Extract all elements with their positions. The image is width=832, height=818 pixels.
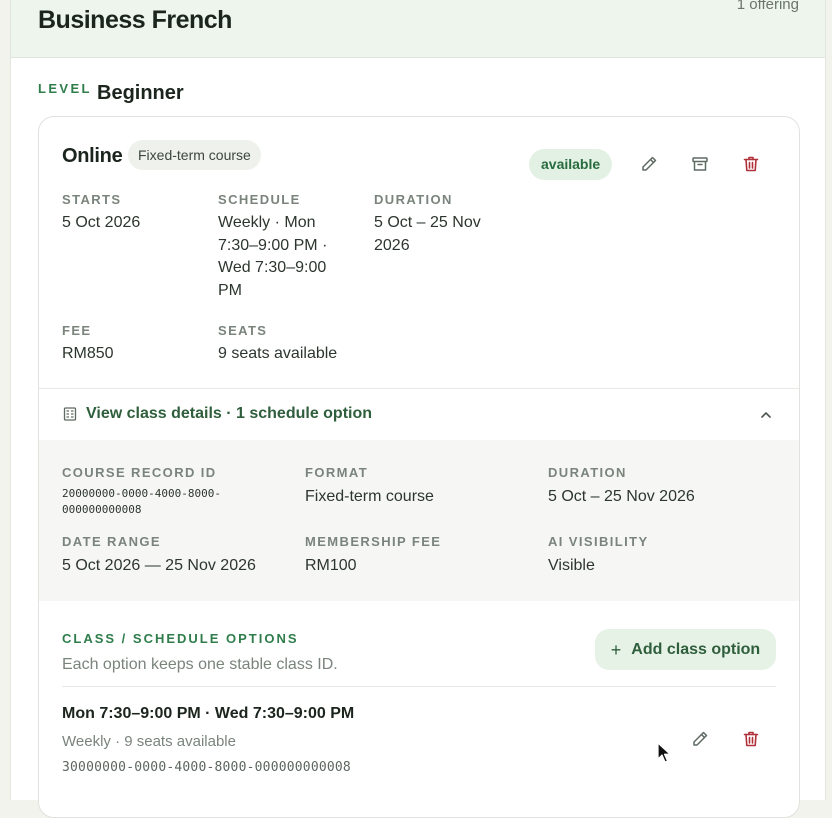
starts-value: 5 Oct 2026 (62, 214, 141, 231)
trash-icon (743, 731, 759, 747)
status-badge: available (529, 149, 613, 180)
edit-icon (693, 731, 708, 746)
mouse-cursor-icon (657, 742, 671, 763)
divider (62, 686, 776, 687)
class-options-description: Each option keeps one stable class ID. (62, 656, 338, 673)
record-id-line: 20000000-0000-4000-8000- (62, 487, 221, 500)
course-panel: Business French 1 offering LEVEL Beginne… (10, 0, 826, 818)
starts-label: STARTS (62, 192, 122, 207)
chevron-up-icon (761, 412, 771, 418)
edit-class-option-button[interactable] (686, 725, 714, 753)
fee-label: FEE (62, 323, 92, 338)
class-option-id: 30000000-0000-4000-8000-000000000008 (62, 760, 351, 775)
archive-offering-button[interactable] (686, 150, 714, 178)
class-option-title: Mon 7:30–9:00 PM · Wed 7:30–9:00 PM (62, 705, 355, 722)
offering-card: Online Fixed-term course available START… (38, 116, 800, 818)
date-range-label: DATE RANGE (62, 534, 161, 549)
building-icon (63, 407, 77, 421)
delete-class-option-button[interactable] (737, 725, 765, 753)
class-option-subtitle: Weekly · 9 seats available (62, 733, 236, 750)
schedule-line: Wed 7:30–9:00 (218, 259, 327, 276)
offering-mode: Online (62, 145, 123, 167)
seats-value: 9 seats available (218, 345, 338, 362)
duration-value: 5 Oct – 25 Nov 2026 (374, 212, 481, 257)
duration-label: DURATION (374, 192, 453, 207)
schedule-line: PM (218, 281, 242, 299)
add-class-option-button[interactable]: + Add class option (595, 629, 776, 670)
class-options-heading: CLASS / SCHEDULE OPTIONS (62, 631, 299, 646)
archive-icon (692, 157, 708, 171)
delete-offering-button[interactable] (737, 150, 765, 178)
course-header: Business French 1 offering (11, 0, 825, 58)
schedule-line: 7:30–9:00 PM · (218, 236, 328, 254)
class-details-panel: COURSE RECORD ID 20000000-0000-4000-8000… (39, 440, 799, 601)
level-value: Beginner (97, 82, 184, 104)
membership-fee-value: RM100 (305, 557, 357, 574)
details-duration-value: 5 Oct – 25 Nov 2026 (548, 488, 695, 505)
level-label: LEVEL (38, 81, 92, 96)
ai-visibility-value: Visible (548, 557, 595, 574)
details-toggle-label: View class details · 1 schedule option (86, 405, 373, 422)
schedule-value: Weekly · Mon 7:30–9:00 PM · Wed 7:30–9:0… (218, 212, 327, 302)
plus-icon: + (610, 639, 622, 660)
membership-fee-label: MEMBERSHIP FEE (305, 534, 442, 549)
add-class-option-label: Add class option (631, 640, 761, 658)
fee-value: RM850 (62, 345, 114, 362)
duration-line: 2026 (374, 236, 410, 254)
edit-icon (642, 156, 657, 171)
schedule-line: Weekly · Mon (218, 214, 316, 231)
format-label: FORMAT (305, 465, 369, 480)
schedule-label: SCHEDULE (218, 192, 301, 207)
ai-visibility-label: AI VISIBILITY (548, 534, 649, 549)
format-value: Fixed-term course (305, 488, 434, 505)
details-duration-label: DURATION (548, 465, 627, 480)
record-id-value: 20000000-0000-4000-8000- 000000000008 (62, 486, 221, 517)
edit-offering-button[interactable] (635, 150, 663, 178)
duration-line: 5 Oct – 25 Nov (374, 214, 481, 231)
record-id-label: COURSE RECORD ID (62, 465, 217, 480)
course-title: Business French (38, 6, 232, 34)
view-class-details-toggle[interactable]: View class details · 1 schedule option (39, 388, 799, 441)
seats-label: SEATS (218, 323, 268, 338)
trash-icon (743, 156, 759, 172)
offering-count: 1 offering (736, 0, 799, 13)
offering-type-tag: Fixed-term course (128, 140, 261, 170)
record-id-line: 000000000008 (62, 502, 142, 516)
date-range-value: 5 Oct 2026 — 25 Nov 2026 (62, 557, 256, 574)
